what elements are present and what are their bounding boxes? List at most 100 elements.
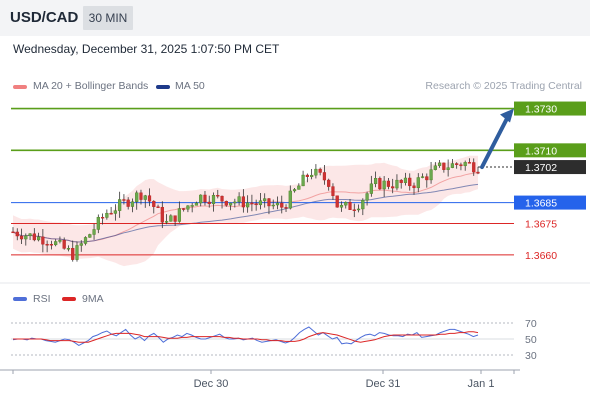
candle-body	[83, 237, 88, 244]
candle-body	[28, 233, 32, 237]
candle-body	[24, 235, 28, 240]
candle-body	[420, 176, 425, 178]
candle-body	[88, 234, 92, 238]
price-chart[interactable]: 1.3730 1.3710 1.3702 1.3685 1.3675 1.3660 70 50…	[0, 0, 590, 400]
candle-body	[130, 201, 135, 207]
candle-body	[455, 163, 459, 165]
candle-body	[297, 185, 301, 190]
candle-body	[49, 244, 53, 246]
candle-body	[310, 174, 314, 177]
candle-body	[348, 202, 352, 210]
candle-body	[233, 201, 237, 204]
candle-body	[156, 206, 160, 208]
candle-body	[96, 216, 100, 230]
candle-body	[211, 195, 216, 205]
time-axis-label: Dec 31	[366, 378, 401, 390]
candle-body	[15, 231, 19, 237]
candle-body	[135, 192, 139, 202]
candle-body	[241, 196, 245, 208]
candle-body	[301, 174, 305, 187]
candle-body	[403, 177, 408, 183]
candle-body	[438, 162, 442, 166]
candle-body	[339, 204, 344, 208]
candle-body	[386, 180, 391, 187]
candle-body	[271, 204, 275, 207]
candle-body	[369, 183, 373, 194]
time-axis-label: Dec 30	[194, 378, 229, 390]
candle-body	[288, 190, 292, 209]
candle-body	[113, 210, 117, 214]
candle-body	[292, 189, 297, 192]
candle-body	[220, 195, 224, 202]
candle-body	[36, 236, 41, 241]
candle-body	[459, 164, 463, 167]
candle-body	[32, 233, 36, 241]
candle-body	[246, 202, 250, 208]
candle-body	[71, 248, 75, 260]
candle-body	[254, 203, 258, 206]
candle-body	[327, 179, 331, 187]
candle-body	[186, 205, 190, 210]
level-label: 1.3660	[525, 250, 557, 262]
candle-body	[463, 162, 467, 167]
level-label: 1.3730	[525, 104, 557, 116]
candle-body	[45, 243, 49, 246]
candle-body	[207, 201, 211, 205]
candle-body	[263, 198, 267, 201]
candle-body	[442, 162, 446, 170]
candle-body	[280, 202, 284, 208]
candle-body	[118, 199, 122, 211]
candle-body	[41, 236, 45, 245]
candle-body	[147, 195, 152, 202]
candle-body	[450, 163, 455, 168]
level-label: 1.3685	[525, 198, 557, 210]
candle-body	[365, 193, 369, 201]
candle-body	[105, 212, 109, 218]
candle-body	[54, 241, 58, 246]
candle-body	[429, 169, 433, 181]
candle-body	[412, 185, 416, 189]
candle-body	[314, 168, 318, 176]
level-label: 1.3710	[525, 145, 557, 157]
candle-body	[378, 178, 382, 190]
candle-body	[160, 206, 164, 223]
candle-body	[122, 199, 126, 201]
candle-body	[194, 202, 199, 206]
candle-body	[395, 179, 399, 189]
candle-body	[190, 205, 194, 207]
time-axis-label: Jan 1	[468, 378, 495, 390]
candle-body	[318, 168, 322, 173]
rsi-ma-line	[13, 331, 479, 343]
candle-body	[352, 209, 356, 211]
candle-body	[476, 171, 480, 174]
candle-body	[322, 172, 327, 181]
candle-body	[216, 195, 220, 197]
candle-body	[199, 194, 203, 204]
rsi-tick-label: 30	[525, 350, 537, 362]
candle-body	[169, 215, 173, 222]
candle-body	[416, 177, 420, 189]
rsi-tick-label: 70	[525, 318, 537, 330]
candle-body	[267, 198, 271, 207]
candle-body	[228, 202, 233, 206]
candle-body	[446, 167, 450, 170]
candle-body	[100, 216, 105, 219]
candle-body	[361, 199, 365, 210]
candle-body	[177, 208, 181, 222]
candle-body	[258, 200, 263, 206]
candle-body	[126, 199, 130, 207]
candle-body	[374, 178, 378, 185]
candle-body	[11, 231, 15, 234]
candle-body	[182, 208, 186, 210]
candle-body	[164, 221, 169, 223]
candle-body	[382, 180, 386, 190]
candle-body	[391, 186, 395, 189]
candle-body	[19, 235, 24, 240]
candle-body	[433, 165, 437, 170]
candle-body	[275, 202, 280, 206]
candle-body	[331, 186, 335, 196]
candle-body	[344, 202, 348, 206]
candle-body	[79, 243, 83, 246]
candle-body	[408, 177, 412, 187]
bollinger-band	[13, 155, 478, 267]
